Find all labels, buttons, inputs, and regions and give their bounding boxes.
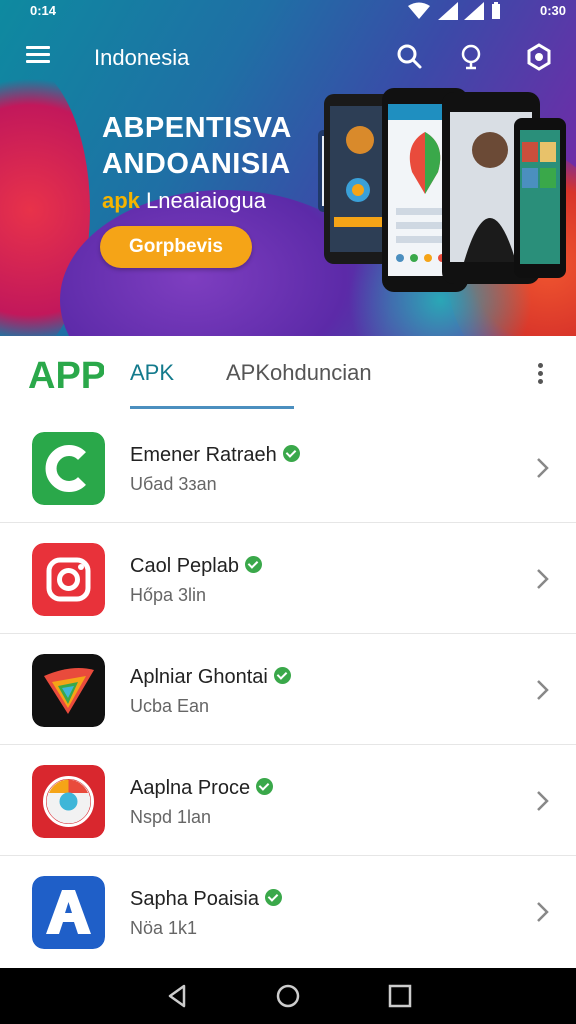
status-bar: 0:14 0:30	[0, 0, 576, 22]
more-vertical-icon[interactable]	[530, 360, 550, 390]
app-name-text: Aaplna Proce	[130, 777, 251, 799]
app-name-text: Aplniar Ghontai	[130, 666, 268, 688]
hero-subtitle-apk: apk	[102, 188, 140, 213]
app-name-text: Caol Peplab	[130, 555, 239, 577]
list-item[interactable]: Sapha Poaisia Nöa 1k1	[0, 856, 576, 967]
notification-icon[interactable]	[456, 42, 486, 72]
blue-a-icon	[32, 876, 105, 949]
cta-button[interactable]: Gorpbevis	[100, 226, 252, 268]
red-chrome-icon	[32, 765, 105, 838]
app-name: Sapha Poaisia	[130, 888, 282, 911]
app-list: Emener Ratraeh Uбad 3зan Caol Peplab Hőp…	[0, 412, 576, 967]
chevron-right-icon	[537, 680, 549, 700]
tab-apk[interactable]: APK	[130, 360, 174, 386]
list-item[interactable]: Aaplna Proce Nspd 1lan	[0, 745, 576, 856]
app-meta: Hőpa 3lin	[130, 585, 207, 605]
app-meta: Uбad 3зan	[130, 474, 217, 494]
hero-banner: 0:14 0:30 Indonesia ABPENTISVA ANDOANISI…	[0, 0, 576, 336]
app-meta: Nöa 1k1	[130, 918, 198, 938]
colorful-v-icon	[32, 654, 105, 727]
phones-illustration	[318, 88, 566, 292]
settings-icon[interactable]	[524, 42, 554, 72]
verified-icon	[244, 556, 262, 574]
app-name: Aplniar Ghontai	[130, 666, 291, 689]
app-title: Indonesia	[94, 45, 190, 70]
recents-icon[interactable]	[386, 982, 414, 1010]
verified-icon	[282, 445, 300, 463]
home-icon[interactable]	[274, 982, 302, 1010]
app-meta: Ucba Ean	[130, 696, 210, 716]
system-nav-bar	[0, 968, 576, 1024]
tab-bar: APP APK APKohduncian	[0, 336, 576, 412]
signal-icon-2	[464, 2, 484, 20]
back-icon[interactable]	[164, 982, 192, 1010]
verified-icon	[273, 667, 291, 685]
app-logo-text: APP	[28, 355, 104, 397]
verified-icon	[256, 778, 274, 796]
app-bar: Indonesia	[0, 30, 576, 86]
hero-headline-1: ABPENTISVA	[102, 112, 292, 144]
app-name: Aaplna Proce	[130, 777, 274, 800]
list-item[interactable]: Aplniar Ghontai Ucba Ean	[0, 634, 576, 745]
signal-icon	[438, 2, 458, 20]
chevron-right-icon	[537, 458, 549, 478]
wifi-icon	[408, 2, 430, 19]
chevron-right-icon	[537, 791, 549, 811]
tab-apk-indonesia[interactable]: APKohduncian	[226, 360, 372, 386]
app-name-text: Emener Ratraeh	[130, 444, 277, 466]
app-name: Caol Peplab	[130, 555, 262, 578]
list-item[interactable]: Emener Ratraeh Uбad 3зan	[0, 412, 576, 523]
hero-headline-2: ANDOANISIA	[102, 148, 291, 180]
battery-icon	[492, 2, 500, 19]
app-meta: Nspd 1lan	[130, 807, 212, 827]
status-time: 0:14	[30, 3, 57, 18]
hero-subtitle: apk Lneaiaiogua	[102, 188, 292, 214]
chevron-right-icon	[537, 569, 549, 589]
app-logo: APP	[28, 355, 104, 397]
hero-text: ABPENTISVA ANDOANISIA apk Lneaiaiogua	[102, 110, 292, 214]
tab-indicator	[130, 406, 294, 409]
status-time-right: 0:30	[539, 3, 566, 18]
app-name: Emener Ratraeh	[130, 444, 300, 467]
chevron-right-icon	[537, 902, 549, 922]
verified-icon	[264, 889, 282, 907]
list-item[interactable]: Caol Peplab Hőpa 3lin	[0, 523, 576, 634]
green-c-icon	[32, 432, 105, 505]
hero-subtitle-rest: Lneaiaiogua	[146, 188, 266, 213]
search-icon[interactable]	[394, 42, 424, 72]
app-name-text: Sapha Poaisia	[130, 888, 259, 910]
menu-icon[interactable]	[26, 42, 56, 72]
camera-icon	[32, 543, 105, 616]
